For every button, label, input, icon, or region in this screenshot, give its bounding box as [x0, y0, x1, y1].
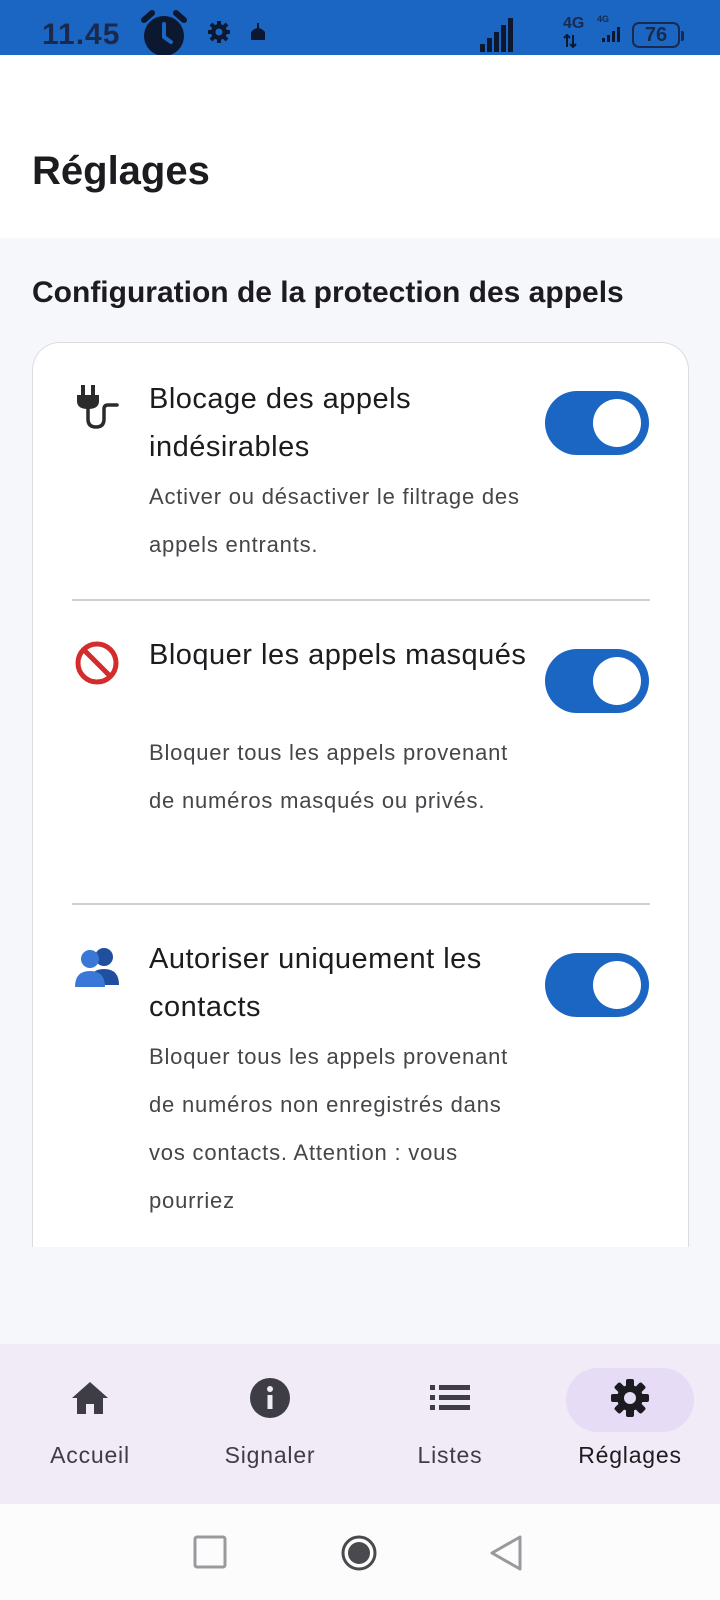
toggle-knob [593, 961, 641, 1009]
nav-label: Signaler [224, 1442, 316, 1468]
toggle-knob [593, 657, 641, 705]
nav-label: Accueil [50, 1442, 130, 1468]
nav-label: Listes [417, 1442, 483, 1468]
nav-icon-container [26, 1368, 154, 1432]
page-title: Réglages [32, 149, 210, 193]
section-title: Configuration de la protection des appel… [32, 276, 624, 309]
home-button[interactable] [340, 1534, 378, 1577]
status-time: 11.45 [42, 18, 121, 51]
nav-item-signaler[interactable]: Signaler [180, 1344, 360, 1504]
mosque-icon [248, 22, 268, 47]
bottom-nav: Accueil Signaler Listes Réglages [0, 1344, 720, 1504]
nav-icon-container [206, 1368, 334, 1432]
nav-label: Réglages [578, 1442, 682, 1468]
contacts-only-toggle[interactable] [545, 953, 649, 1017]
back-button[interactable] [488, 1534, 524, 1577]
nav-icon-container [566, 1368, 694, 1432]
alarm-icon [138, 10, 190, 60]
nav-item-reglages[interactable]: Réglages [540, 1344, 720, 1504]
list-icon [430, 1383, 470, 1418]
toggle-knob [593, 399, 641, 447]
contacts-icon [73, 945, 121, 994]
nav-item-accueil[interactable]: Accueil [0, 1344, 180, 1504]
divider [72, 599, 650, 601]
app-header: Réglages [0, 55, 720, 238]
prohibited-icon [73, 639, 121, 692]
nav-icon-container [386, 1368, 514, 1432]
home-icon [70, 1380, 110, 1421]
setting-title: Autoriser uniquement les contacts [149, 943, 482, 1023]
setting-description: Bloquer tous les appels provenant de num… [149, 740, 509, 813]
setting-description: Activer ou désactiver le filtrage des ap… [149, 484, 520, 557]
network-type-secondary: 4G [597, 14, 610, 24]
gear-icon [207, 20, 231, 49]
spam-blocking-toggle[interactable] [545, 391, 649, 455]
block-hidden-toggle[interactable] [545, 649, 649, 713]
info-icon [249, 1377, 291, 1424]
settings-icon [610, 1378, 650, 1423]
setting-title: Blocage des appels indésirables [149, 383, 412, 463]
data-arrows-icon [563, 33, 577, 53]
settings-card: Blocage des appels indésirables Activer … [32, 342, 689, 1247]
network-type: 4G [563, 15, 585, 32]
recents-button[interactable] [192, 1534, 228, 1575]
cell-signal-secondary-icon [602, 26, 622, 47]
setting-title: Bloquer les appels masqués [149, 639, 527, 671]
setting-description: Bloquer tous les appels provenant de num… [149, 1044, 509, 1213]
battery-level: 76 [632, 22, 684, 48]
cell-signal-icon [480, 16, 514, 57]
plug-icon [73, 383, 121, 436]
status-bar: 11.45 4G 4G 76 [0, 0, 720, 57]
system-nav-bar [0, 1504, 720, 1600]
divider [72, 903, 650, 905]
nav-item-listes[interactable]: Listes [360, 1344, 540, 1504]
